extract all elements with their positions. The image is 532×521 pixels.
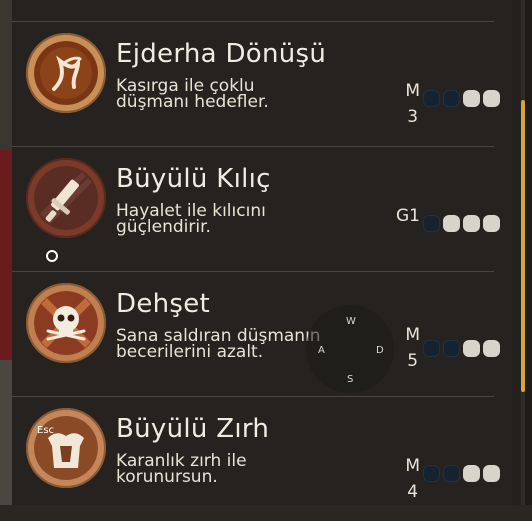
background-left-red [0, 150, 12, 360]
virtual-joystick[interactable]: W A D S [306, 305, 394, 393]
level-pip [443, 465, 460, 482]
level-pip [463, 90, 480, 107]
ability-description: Hayalet ile kılıcını güçlendirir. [116, 201, 266, 237]
scrollbar-thumb[interactable] [521, 100, 525, 392]
magic-sword-icon [34, 166, 98, 230]
ability-level-pips [423, 90, 500, 107]
level-pip [483, 340, 500, 357]
esc-hint-label: Esc [37, 425, 55, 436]
level-pip [443, 215, 460, 232]
ability-icon-frame [26, 283, 106, 363]
compass-north-label: W [346, 316, 356, 327]
level-pip [443, 340, 460, 357]
ability-list-panel: Ejderha Dönüşü Kasırga ile çoklu düşmanı… [12, 0, 525, 505]
level-pip [483, 90, 500, 107]
compass-east-label: D [376, 345, 384, 356]
ability-item-buyulu-zirh[interactable]: Büyülü Zırh Karanlık zırh ile korunursun… [12, 396, 500, 521]
ability-title: Dehşet [116, 289, 211, 319]
keybind-number: 3 [407, 107, 419, 127]
skull-icon [34, 291, 98, 355]
level-pip [423, 215, 440, 232]
ability-keybind: M 4 [405, 453, 420, 505]
ability-item-buyulu-kilic[interactable]: Büyülü Kılıç Hayalet ile kılıcını güçlen… [12, 146, 500, 271]
ability-description: Kasırga ile çoklu düşmanı hedefler. [116, 76, 269, 112]
keybind-key: M [405, 456, 420, 476]
ability-icon-frame [26, 33, 106, 113]
ability-title: Ejderha Dönüşü [116, 39, 327, 69]
ability-item-ejderha-donusu[interactable]: Ejderha Dönüşü Kasırga ile çoklu düşmanı… [12, 21, 500, 146]
background-left-top [0, 0, 12, 150]
cursor-indicator [46, 250, 58, 262]
ability-level-pips [423, 465, 500, 482]
ability-title: Büyülü Zırh [116, 414, 270, 444]
ability-description: Sana saldıran düşmanın becerilerini azal… [116, 326, 321, 362]
compass-west-label: A [318, 345, 325, 356]
ability-description: Karanlık zırh ile korunursun. [116, 451, 247, 487]
compass-south-label: S [347, 374, 354, 385]
ability-keybind: M 3 [405, 78, 420, 130]
ability-item-dehset[interactable]: Dehşet Sana saldıran düşmanın becerileri… [12, 271, 500, 396]
ability-icon-frame [26, 158, 106, 238]
ability-icon-frame [26, 408, 106, 488]
level-pip [463, 215, 480, 232]
level-pip [423, 465, 440, 482]
dragon-claw-icon [34, 41, 98, 105]
ability-level-pips [423, 340, 500, 357]
background-left-bottom [0, 360, 12, 505]
level-pip [423, 340, 440, 357]
keybind-number: 5 [407, 351, 419, 371]
level-pip [423, 90, 440, 107]
level-pip [483, 215, 500, 232]
keybind-key: M [405, 81, 420, 101]
keybind-number: 4 [407, 482, 419, 502]
level-pip [483, 465, 500, 482]
keybind-key: M [405, 325, 420, 345]
ability-keybind: M 5 [405, 322, 420, 374]
ability-level-pips [423, 215, 500, 232]
ability-keybind: G1 [396, 203, 420, 229]
level-pip [443, 90, 460, 107]
ability-title: Büyülü Kılıç [116, 164, 271, 194]
level-pip [463, 465, 480, 482]
level-pip [463, 340, 480, 357]
keybind-key: G1 [396, 206, 420, 226]
